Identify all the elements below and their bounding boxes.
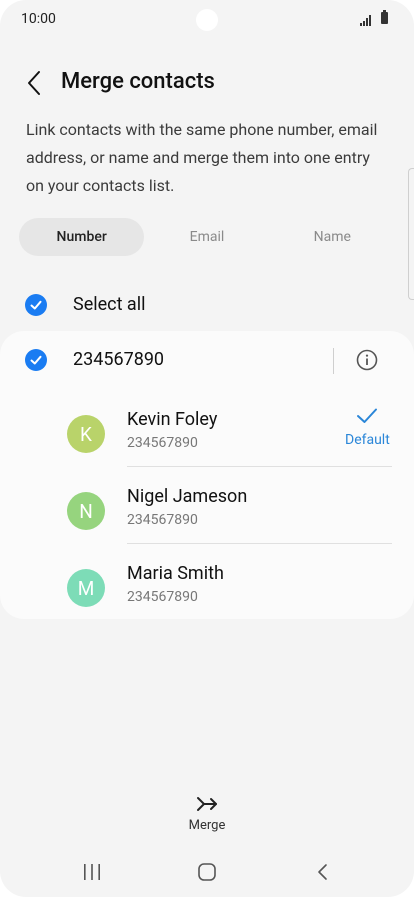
separator [333,348,334,374]
check-icon [30,355,42,365]
contact-phone: 234567890 [127,512,198,528]
status-time: 10:00 [21,11,56,27]
merge-icon [197,797,217,811]
contact-row[interactable]: K Kevin Foley 234567890 Default [0,399,414,475]
contact-row[interactable]: N Nigel Jameson 234567890 [0,476,414,552]
signal-icon [360,15,371,26]
avatar-initial: K [80,422,92,446]
divider [127,466,392,467]
info-icon[interactable] [355,348,379,372]
battery-icon [381,10,388,24]
contact-row[interactable]: M Maria Smith 234567890 [0,553,414,629]
contact-group-card: 234567890 K Kevin Foley 234567890 Defaul… [0,331,414,619]
select-all-checkbox[interactable] [25,294,47,316]
tab-name[interactable]: Name [270,218,395,256]
group-phone-number: 234567890 [73,349,165,370]
merge-by-tabs: Number Email Name [19,218,395,256]
back-button[interactable] [20,68,50,98]
merge-label: Merge [188,818,226,833]
avatar: N [67,492,105,530]
nav-back-icon[interactable] [313,862,333,882]
avatar-initial: M [77,576,95,600]
merge-button[interactable]: Merge [170,792,244,838]
avatar: M [67,569,105,607]
tab-email[interactable]: Email [144,218,269,256]
description-text: Link contacts with the same phone number… [26,120,378,195]
tab-number[interactable]: Number [19,218,145,256]
group-checkbox[interactable] [25,349,47,371]
contact-phone: 234567890 [127,435,198,451]
contact-name: Nigel Jameson [127,486,248,507]
home-icon[interactable] [197,862,217,882]
contact-name: Maria Smith [127,563,224,584]
divider [127,543,392,544]
select-all-label: Select all [73,294,146,315]
scroll-indicator [408,168,414,300]
screen: 10:00 Merge contacts Link contacts with … [0,0,414,897]
recent-apps-icon[interactable] [80,862,104,882]
page-title: Merge contacts [61,69,215,94]
contact-phone: 234567890 [127,589,198,605]
camera-cutout [196,9,218,31]
default-label: Default [345,432,390,448]
contact-name: Kevin Foley [127,409,218,430]
status-bar: 10:00 [0,0,414,40]
avatar: K [67,415,105,453]
check-icon [30,300,42,310]
checkmark-icon [357,408,377,423]
avatar-initial: N [79,499,93,523]
